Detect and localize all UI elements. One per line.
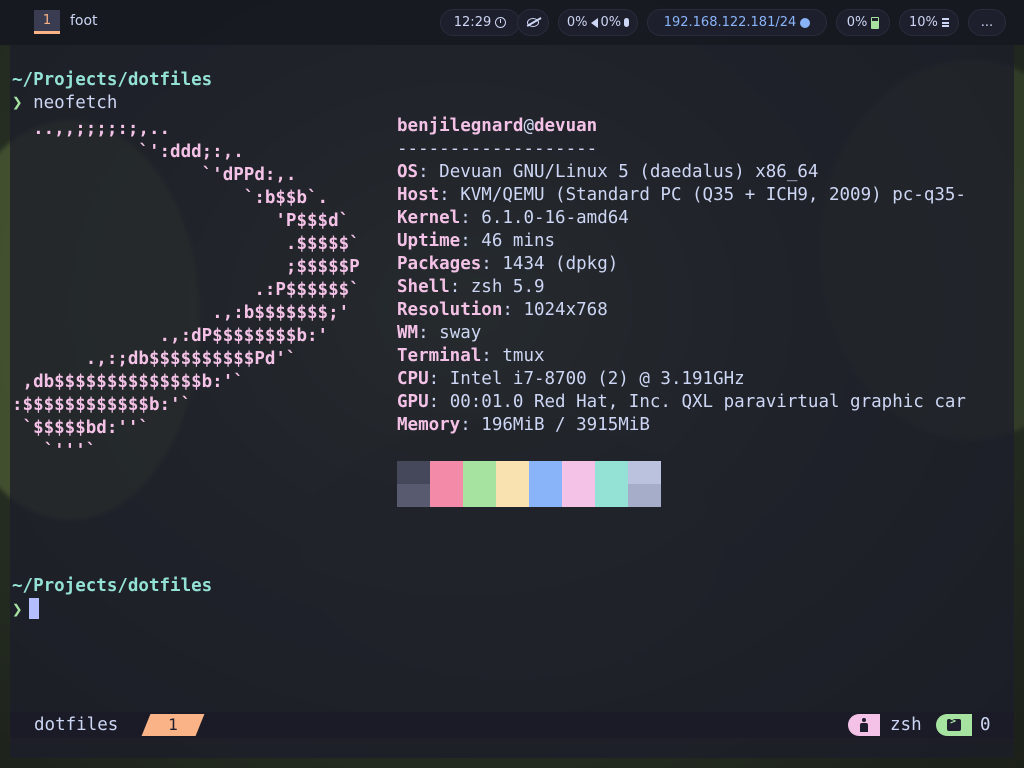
color-swatch <box>397 484 430 507</box>
info-row: Memory: 196MiB / 3915MiB <box>397 415 650 435</box>
info-row: Kernel: 6.1.0-16-amd64 <box>397 208 629 228</box>
color-swatch <box>595 484 628 507</box>
color-swatch <box>529 461 562 484</box>
devuan-ascii-logo: ..,,;;;;:;,.. `':ddd;:,. `'dPPd:,. `:b$$… <box>12 119 360 461</box>
info-key: Kernel <box>397 208 461 228</box>
color-swatch <box>463 461 496 484</box>
microphone-icon <box>624 18 630 27</box>
color-palette <box>397 461 661 507</box>
battery-text: 0% <box>846 15 868 30</box>
color-swatch <box>496 484 529 507</box>
audio-widget[interactable]: 0% 0% <box>558 9 638 36</box>
info-key: Resolution <box>397 300 503 320</box>
terminal-icon <box>947 716 961 731</box>
menu-icon <box>941 18 949 27</box>
info-value: 1434 (dpkg) <box>502 254 619 274</box>
workspace-button-1[interactable]: 1 <box>34 10 60 34</box>
info-key: GPU <box>397 392 429 412</box>
info-row: OS: Devuan GNU/Linux 5 (daedalus) x86_64 <box>397 162 819 182</box>
separator-line: ------------------- <box>397 139 598 159</box>
color-swatch <box>463 484 496 507</box>
top-status-bar: 1 foot 12:29 0% 0% 192.168.122.181/24 0%… <box>0 0 1024 45</box>
info-value: zsh 5.9 <box>470 277 545 297</box>
more-text: ... <box>980 15 994 30</box>
pane-command: zsh <box>890 715 922 735</box>
cpu-text: 10% <box>909 15 938 30</box>
clock-icon <box>495 17 507 28</box>
info-key: CPU <box>397 369 429 389</box>
terminal-indicator <box>936 714 972 736</box>
color-swatch <box>496 461 529 484</box>
mic-text: 0% <box>600 15 622 30</box>
focused-window-title: foot <box>70 13 98 29</box>
tmux-status-bar: dotfiles 1 zsh 0 <box>10 712 1014 738</box>
prompt-path-2: ~/Projects/dotfiles <box>12 576 213 596</box>
idle-inhibitor-button[interactable] <box>517 9 549 36</box>
color-swatch <box>529 484 562 507</box>
info-value: 1024x768 <box>523 300 608 320</box>
color-swatch <box>562 484 595 507</box>
user-host: benjilegnard@devuan <box>397 116 598 136</box>
info-key: Host <box>397 185 440 205</box>
info-key: OS <box>397 162 419 182</box>
info-value: 196MiB / 3915MiB <box>481 415 650 435</box>
info-value: tmux <box>502 346 545 366</box>
user-indicator <box>848 714 880 736</box>
info-row: WM: sway <box>397 323 482 343</box>
info-value: Devuan GNU/Linux 5 (daedalus) x86_64 <box>439 162 819 182</box>
color-swatch <box>595 461 628 484</box>
info-value: Intel i7-8700 (2) @ 3.191GHz <box>449 369 745 389</box>
info-value: 46 mins <box>481 231 556 251</box>
text-cursor <box>28 598 39 619</box>
color-swatch <box>430 461 463 484</box>
info-key: Memory <box>397 415 461 435</box>
eye-off-icon <box>527 18 539 27</box>
speaker-icon <box>590 17 598 28</box>
info-key: Shell <box>397 277 450 297</box>
clock-text: 12:29 <box>453 15 492 30</box>
volume-text: 0% <box>566 15 588 30</box>
command-text: neofetch <box>33 93 118 113</box>
info-row: CPU: Intel i7-8700 (2) @ 3.191GHz <box>397 369 745 389</box>
info-key: Terminal <box>397 346 482 366</box>
command-line: ❯ neofetch <box>12 92 117 115</box>
info-value: KVM/QEMU (Standard PC (Q35 + ICH9, 2009)… <box>460 185 966 205</box>
clock-widget[interactable]: 12:29 <box>440 9 520 36</box>
tmux-session-name: dotfiles <box>34 715 119 735</box>
info-key: Packages <box>397 254 482 274</box>
prompt-symbol: ❯ <box>12 93 23 113</box>
terminal-window[interactable]: ~/Projects/dotfiles ❯ neofetch ..,,;;;;:… <box>10 45 1014 758</box>
system-info: benjilegnard@devuan ------------------- … <box>397 115 1007 437</box>
info-row: Uptime: 46 mins <box>397 231 556 251</box>
color-swatch <box>562 461 595 484</box>
info-value: 00:01.0 Red Hat, Inc. QXL paravirtual gr… <box>449 392 966 412</box>
color-swatch <box>430 484 463 507</box>
color-swatch <box>628 484 661 507</box>
info-row: Terminal: tmux <box>397 346 545 366</box>
battery-icon <box>871 16 880 29</box>
color-swatch <box>397 461 430 484</box>
info-value: 6.1.0-16-amd64 <box>481 208 629 228</box>
network-address: 192.168.122.181/24 <box>663 15 797 30</box>
info-row: Shell: zsh 5.9 <box>397 277 545 297</box>
info-row: Host: KVM/QEMU (Standard PC (Q35 + ICH9,… <box>397 185 966 205</box>
globe-icon <box>800 17 811 28</box>
window-count: 0 <box>980 715 991 735</box>
info-key: WM <box>397 323 419 343</box>
network-widget[interactable]: 192.168.122.181/24 <box>647 9 827 36</box>
active-prompt[interactable]: ❯ <box>12 598 39 621</box>
more-button[interactable]: ... <box>968 9 1006 36</box>
tmux-window-tab[interactable]: 1 <box>141 714 205 736</box>
info-row: GPU: 00:01.0 Red Hat, Inc. QXL paravirtu… <box>397 392 966 412</box>
cpu-widget[interactable]: 10% <box>899 9 959 36</box>
info-key: Uptime <box>397 231 461 251</box>
battery-widget[interactable]: 0% <box>836 9 890 36</box>
person-icon <box>859 718 869 732</box>
color-swatch <box>628 461 661 484</box>
prompt-path: ~/Projects/dotfiles <box>12 70 213 90</box>
info-row: Resolution: 1024x768 <box>397 300 608 320</box>
info-value: sway <box>439 323 482 343</box>
info-row: Packages: 1434 (dpkg) <box>397 254 619 274</box>
